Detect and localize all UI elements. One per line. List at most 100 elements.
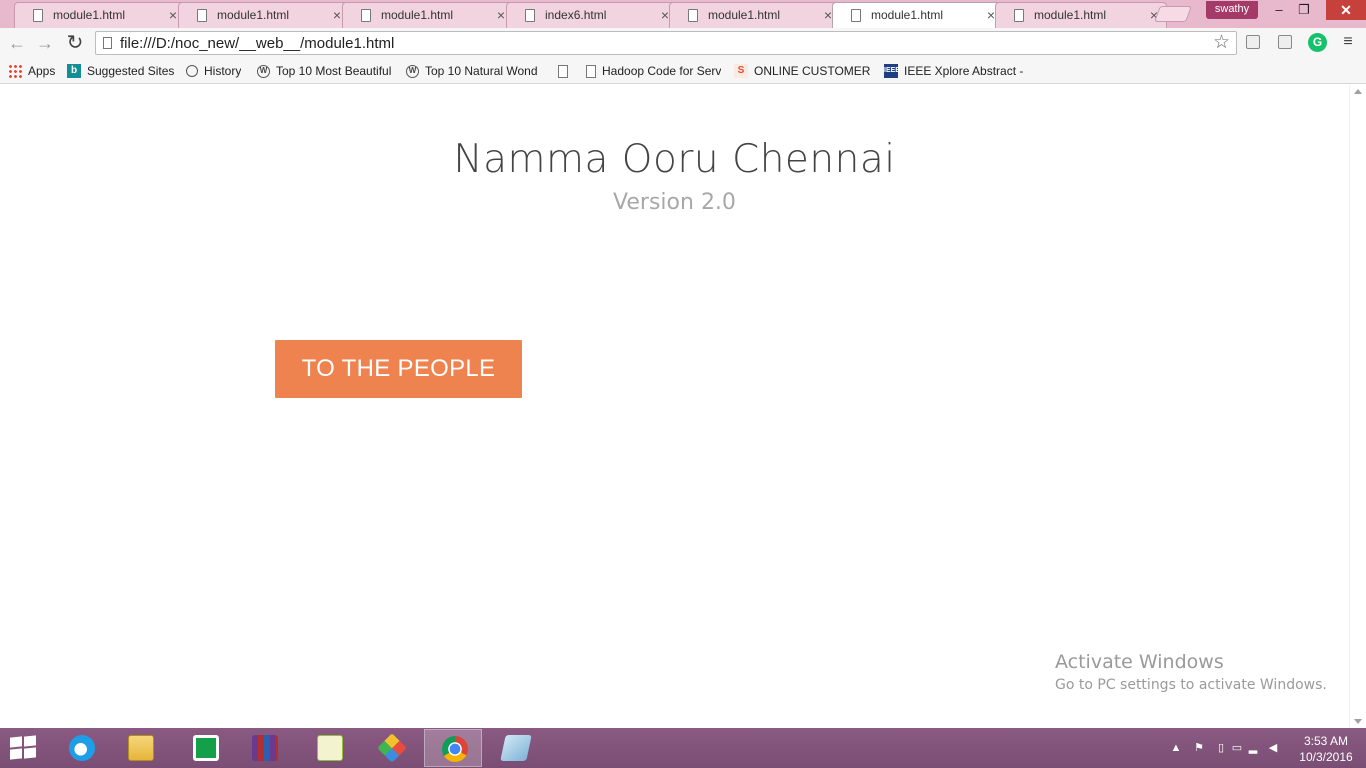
tab-title: module1.html bbox=[53, 8, 126, 22]
tab-1[interactable]: module1.html × bbox=[14, 2, 186, 28]
bookmark-label: Apps bbox=[28, 64, 56, 78]
bookmark-suggested-sites[interactable]: b Suggested Sites bbox=[67, 62, 174, 80]
taskbar-file-explorer[interactable] bbox=[111, 729, 169, 767]
taskbar-store[interactable] bbox=[176, 729, 234, 767]
taskbar-chrome[interactable] bbox=[424, 729, 482, 767]
bookmark-untitled[interactable] bbox=[558, 62, 574, 80]
bookmark-label: History bbox=[204, 64, 242, 78]
taskbar-internet-explorer[interactable] bbox=[52, 729, 110, 767]
folder-icon bbox=[128, 735, 154, 761]
tab-title: index6.html bbox=[545, 8, 607, 22]
windows-taskbar: ▲ ⚑ ▯ ▭ ▂ ◀ 3:53 AM 10/3/2016 bbox=[0, 728, 1366, 768]
taskbar-notepad-plus-plus[interactable] bbox=[300, 729, 358, 767]
tray-expand-icon[interactable]: ▲ bbox=[1170, 742, 1182, 754]
document-icon bbox=[851, 9, 861, 22]
volume-icon[interactable]: ◀ bbox=[1267, 742, 1279, 754]
document-icon bbox=[33, 9, 43, 22]
windows-logo-pane bbox=[24, 747, 36, 759]
taskbar-winrar[interactable] bbox=[235, 729, 293, 767]
tab-strip: module1.html × module1.html × module1.ht… bbox=[0, 0, 1366, 29]
grammarly-icon[interactable]: G bbox=[1308, 33, 1327, 52]
forward-arrow-icon[interactable]: → bbox=[34, 32, 56, 54]
tab-title: module1.html bbox=[871, 8, 944, 22]
bookmark-ieee-xplore[interactable]: IEEE IEEE Xplore Abstract - bbox=[884, 62, 1024, 80]
device-icon[interactable]: ▯ bbox=[1215, 742, 1227, 754]
bookmark-top10-natural[interactable]: W Top 10 Natural Wond bbox=[406, 62, 543, 80]
tab-7[interactable]: module1.html × bbox=[995, 2, 1167, 28]
close-icon[interactable]: × bbox=[333, 7, 341, 23]
address-bar[interactable]: file:///D:/noc_new/__web__/module1.html … bbox=[95, 31, 1237, 55]
tab-5[interactable]: module1.html × bbox=[669, 2, 841, 28]
url-text[interactable]: file:///D:/noc_new/__web__/module1.html bbox=[120, 35, 394, 52]
bookmark-label: Hadoop Code for Serv bbox=[602, 64, 722, 78]
reload-icon[interactable]: ↻ bbox=[64, 32, 86, 54]
bookmark-top10-beautiful[interactable]: W Top 10 Most Beautiful bbox=[257, 62, 394, 80]
page-title: Namma Ooru Chennai bbox=[453, 137, 896, 182]
tab-4[interactable]: index6.html × bbox=[506, 2, 678, 28]
start-button[interactable] bbox=[10, 735, 38, 761]
document-app-icon bbox=[500, 735, 532, 761]
clock-date: 10/3/2016 bbox=[1299, 750, 1353, 764]
vertical-scrollbar[interactable] bbox=[1349, 85, 1366, 728]
document-icon bbox=[1014, 9, 1024, 22]
new-tab-button[interactable] bbox=[1154, 6, 1192, 22]
watermark-title: Activate Windows bbox=[1055, 651, 1224, 673]
monitor-icon[interactable]: ▭ bbox=[1231, 742, 1243, 754]
bookmark-label: Top 10 Natural Wond bbox=[425, 64, 538, 78]
restore-button[interactable]: ❐ bbox=[1291, 2, 1317, 18]
extension-icon[interactable] bbox=[1246, 35, 1260, 49]
tab-3[interactable]: module1.html × bbox=[342, 2, 514, 28]
internet-explorer-icon bbox=[69, 735, 95, 761]
document-icon bbox=[197, 9, 207, 22]
page-viewport: Namma Ooru Chennai Version 2.0 TO THE PE… bbox=[0, 85, 1366, 728]
tab-title: module1.html bbox=[381, 8, 454, 22]
bookmark-hadoop-code[interactable]: Hadoop Code for Serv bbox=[586, 62, 722, 80]
document-icon bbox=[525, 9, 535, 22]
notepad-plus-plus-icon bbox=[317, 735, 343, 761]
action-center-flag-icon[interactable]: ⚑ bbox=[1193, 742, 1205, 754]
site-favicon-icon: S bbox=[734, 64, 748, 78]
back-arrow-icon[interactable]: ← bbox=[6, 32, 28, 54]
close-icon[interactable]: × bbox=[661, 7, 669, 23]
network-signal-icon[interactable]: ▂ bbox=[1247, 742, 1259, 754]
windows-logo-pane bbox=[24, 735, 36, 747]
bookmark-label: Top 10 Most Beautiful bbox=[276, 64, 392, 78]
ieee-icon: IEEE bbox=[884, 64, 900, 78]
profile-badge[interactable]: swathy bbox=[1206, 1, 1258, 19]
bookmark-apps[interactable]: Apps bbox=[8, 62, 55, 80]
tab-6-active[interactable]: module1.html × bbox=[832, 2, 1004, 29]
browser-toolbar: ← → ↻ file:///D:/noc_new/__web__/module1… bbox=[0, 28, 1366, 58]
wordpress-icon: W bbox=[257, 64, 270, 78]
activate-windows-watermark: Activate Windows Go to PC settings to ac… bbox=[1055, 651, 1327, 693]
bookmark-label: ONLINE CUSTOMER E bbox=[754, 64, 872, 78]
to-the-people-button[interactable]: TO THE PEOPLE bbox=[275, 340, 522, 398]
close-icon[interactable]: × bbox=[824, 7, 832, 23]
bookmark-label: IEEE Xplore Abstract - bbox=[904, 64, 1024, 78]
bookmark-star-icon[interactable]: ☆ bbox=[1213, 32, 1230, 54]
document-icon bbox=[558, 64, 568, 78]
window-close-button[interactable]: ✕ bbox=[1326, 0, 1366, 20]
clock-time: 3:53 AM bbox=[1303, 734, 1349, 748]
bookmark-online-customer[interactable]: S ONLINE CUSTOMER E bbox=[734, 62, 872, 80]
bookmark-history[interactable]: History bbox=[186, 62, 241, 80]
close-icon[interactable]: × bbox=[169, 7, 177, 23]
taskbar-document-app[interactable] bbox=[486, 729, 544, 767]
page-icon bbox=[103, 37, 112, 49]
taskbar-git[interactable] bbox=[362, 729, 420, 767]
bookmarks-bar: Apps b Suggested Sites History W Top 10 … bbox=[0, 58, 1366, 84]
document-icon bbox=[586, 64, 596, 78]
system-clock[interactable]: 3:53 AM 10/3/2016 bbox=[1296, 733, 1356, 765]
document-icon bbox=[688, 9, 698, 22]
tab-2[interactable]: module1.html × bbox=[178, 2, 350, 28]
close-icon[interactable]: × bbox=[497, 7, 505, 23]
close-icon[interactable]: × bbox=[987, 7, 995, 23]
scroll-up-arrow-icon[interactable] bbox=[1354, 89, 1362, 94]
tab-title: module1.html bbox=[1034, 8, 1107, 22]
menu-icon[interactable]: ≡ bbox=[1340, 31, 1356, 53]
bing-icon: b bbox=[67, 64, 81, 78]
minimize-button[interactable]: – bbox=[1266, 2, 1292, 18]
extension-icon[interactable] bbox=[1278, 35, 1292, 49]
watermark-subtitle: Go to PC settings to activate Windows. bbox=[1055, 677, 1327, 693]
windows-logo-pane bbox=[10, 748, 22, 760]
scroll-down-arrow-icon[interactable] bbox=[1354, 719, 1362, 724]
